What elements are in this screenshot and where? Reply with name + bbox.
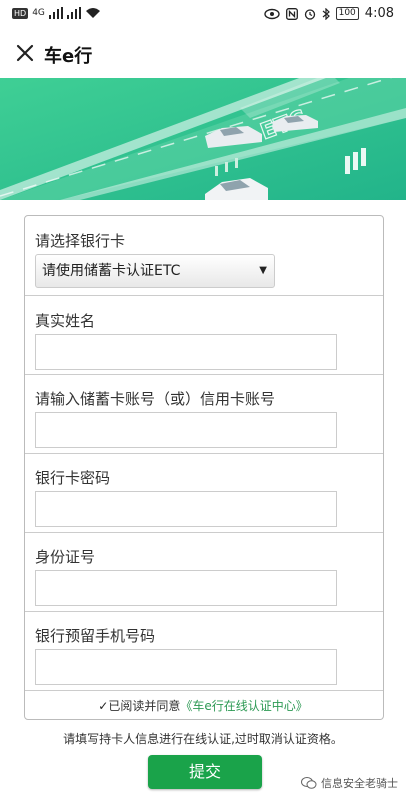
card-number-section: 请输入储蓄卡账号（或）信用卡账号 <box>25 375 383 454</box>
dropdown-arrow-icon: ▼ <box>259 265 267 276</box>
banner: ETC <box>0 78 406 200</box>
bluetooth-icon <box>322 7 330 20</box>
form-card: 请选择银行卡 请使用储蓄卡认证ETC ▼ 真实姓名 请输入储蓄卡账号（或）信用卡… <box>24 215 384 720</box>
status-left: HD 4G <box>12 7 101 19</box>
signal-2-icon <box>66 7 81 19</box>
page-title: 车e行 <box>44 46 93 67</box>
real-name-label: 真实姓名 <box>35 312 96 330</box>
bank-card-select[interactable]: 请使用储蓄卡认证ETC ▼ <box>35 254 275 288</box>
card-password-section: 银行卡密码 <box>25 454 383 533</box>
card-password-input[interactable] <box>35 491 337 527</box>
close-button[interactable] <box>12 40 38 66</box>
wechat-icon <box>301 777 317 789</box>
close-icon <box>16 44 34 62</box>
real-name-input[interactable] <box>35 334 337 370</box>
battery-level: 100 <box>335 7 359 20</box>
highway-illustration: ETC <box>0 78 406 200</box>
agreement-checkbox[interactable]: ✓ <box>98 699 108 713</box>
id-number-input[interactable] <box>35 570 337 606</box>
clock: 4:08 <box>364 6 394 21</box>
id-number-label: 身份证号 <box>35 548 96 566</box>
wifi-icon <box>85 8 100 18</box>
card-number-input[interactable] <box>35 412 337 448</box>
bank-card-section: 请选择银行卡 请使用储蓄卡认证ETC ▼ <box>25 216 383 296</box>
status-bar: HD 4G 100 4:08 <box>0 0 406 30</box>
submit-button[interactable]: 提交 <box>148 755 262 789</box>
notice-text: 请填写持卡人信息进行在线认证,过时取消认证资格。 <box>63 732 343 746</box>
hd-badge: HD <box>12 7 29 19</box>
watermark-text: 信息安全老骑士 <box>321 777 398 790</box>
status-right: 100 4:08 <box>263 6 394 21</box>
bank-card-label: 请选择银行卡 <box>35 232 126 250</box>
phone-section: 银行预留手机号码 <box>25 612 383 691</box>
nfc-icon <box>285 7 298 20</box>
phone-label: 银行预留手机号码 <box>35 627 156 645</box>
signal-icon <box>48 7 63 19</box>
agreement-prefix: 已阅读并同意 <box>108 699 181 713</box>
phone-input[interactable] <box>35 649 337 685</box>
bank-card-selected-value: 请使用储蓄卡认证ETC <box>42 263 181 279</box>
card-number-label: 请输入储蓄卡账号（或）信用卡账号 <box>35 390 276 408</box>
agreement-line: ✓已阅读并同意《车e行在线认证中心》 <box>0 697 406 714</box>
app-header: 车e行 <box>0 30 406 78</box>
card-password-label: 银行卡密码 <box>35 469 111 487</box>
id-number-section: 身份证号 <box>25 533 383 612</box>
network-label: 4G <box>32 8 45 18</box>
eye-icon <box>263 8 280 19</box>
real-name-section: 真实姓名 <box>25 296 383 375</box>
alarm-icon <box>304 8 315 20</box>
watermark: 信息安全老骑士 <box>301 775 398 791</box>
agreement-link[interactable]: 《车e行在线认证中心》 <box>180 699 307 713</box>
